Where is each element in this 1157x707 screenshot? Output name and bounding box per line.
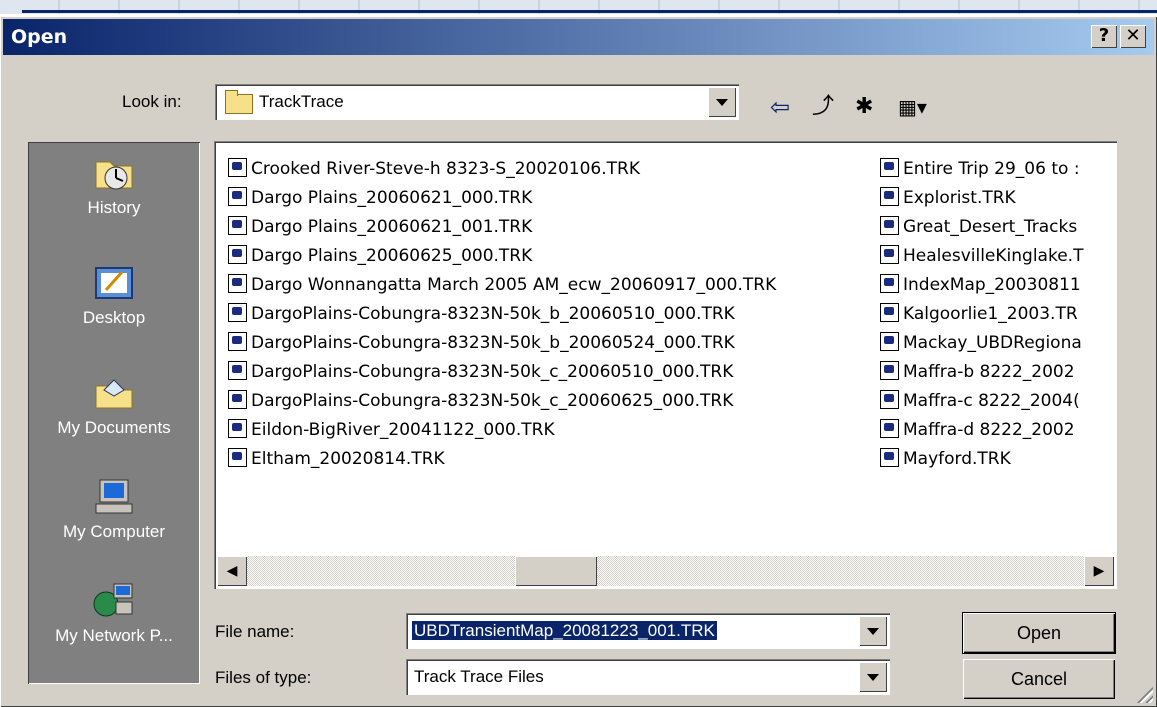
track-file-icon [228, 303, 247, 322]
place-label: History [87, 198, 141, 217]
list-item[interactable]: Kalgoorlie1_2003.TR [880, 300, 1114, 329]
open-dialog: Open ? ✕ Look in: TrackTrace ⇦ ⤴ ✱ ▦▾ Hi… [0, 16, 1157, 707]
list-item[interactable]: DargoPlains-Cobungra-8323N-50k_c_2006051… [228, 358, 873, 387]
track-file-icon [880, 245, 899, 264]
list-item[interactable]: Great_Desert_Tracks [880, 213, 1114, 242]
file-type-dropdown-button[interactable] [859, 662, 887, 692]
track-file-icon [880, 419, 899, 438]
list-item[interactable]: HealesvilleKinglake.T [880, 242, 1114, 271]
help-button[interactable]: ? [1091, 25, 1117, 48]
my-network-places-icon [93, 583, 133, 617]
place-label: Desktop [82, 308, 146, 327]
list-item[interactable]: Maffra-b 8222_2002 [880, 358, 1114, 387]
list-item[interactable]: Dargo Plains_20060625_000.TRK [228, 242, 873, 271]
place-desktop[interactable]: Desktop [28, 264, 200, 328]
desktop-icon [95, 267, 133, 299]
track-file-icon [880, 448, 899, 467]
scroll-left-button[interactable]: ◀ [217, 556, 247, 586]
list-item[interactable]: Explorist.TRK [880, 184, 1114, 213]
title-bar: Open ? ✕ [3, 19, 1154, 55]
track-file-icon [880, 187, 899, 206]
track-file-icon [880, 158, 899, 177]
my-computer-icon [95, 479, 133, 514]
cancel-button[interactable]: Cancel [963, 659, 1115, 699]
track-file-icon [228, 245, 247, 264]
track-file-icon [880, 361, 899, 380]
file-name-combo[interactable]: UBDTransientMap_20081223_001.TRK [406, 613, 890, 649]
list-item[interactable]: Eildon-BigRiver_20041122_000.TRK [228, 416, 873, 445]
place-my-documents[interactable]: My Documents [28, 374, 200, 438]
file-column-1: Crooked River-Steve-h 8323-S_20020106.TR… [228, 155, 873, 474]
list-item[interactable]: DargoPlains-Cobungra-8323N-50k_b_2006051… [228, 300, 873, 329]
list-item[interactable]: Eltham_20020814.TRK [228, 445, 873, 474]
list-item[interactable]: DargoPlains-Cobungra-8323N-50k_b_2006052… [228, 329, 873, 358]
track-file-icon [880, 303, 899, 322]
track-file-icon [880, 332, 899, 351]
track-file-icon [228, 158, 247, 177]
view-menu-icon[interactable]: ▦▾ [898, 94, 927, 120]
file-name-dropdown-button[interactable] [859, 616, 887, 646]
place-label: My Computer [62, 522, 166, 541]
new-folder-icon[interactable]: ✱ [855, 94, 873, 120]
scroll-right-button[interactable]: ▶ [1084, 556, 1114, 586]
list-item[interactable]: Mayford.TRK [880, 445, 1114, 474]
track-file-icon [228, 216, 247, 235]
horizontal-scrollbar[interactable]: ◀ ▶ [217, 556, 1114, 586]
list-item[interactable]: Dargo Plains_20060621_001.TRK [228, 213, 873, 242]
track-file-icon [228, 390, 247, 409]
back-arrow-icon[interactable]: ⇦ [770, 94, 790, 120]
file-type-combo[interactable]: Track Trace Files [406, 659, 890, 695]
place-label: My Documents [57, 418, 171, 437]
list-item[interactable]: Entire Trip 29_06 to : [880, 155, 1114, 184]
look-in-dropdown-button[interactable] [708, 87, 736, 117]
track-file-icon [228, 361, 247, 380]
track-file-icon [228, 332, 247, 351]
list-item[interactable]: DargoPlains-Cobungra-8323N-50k_c_2006062… [228, 387, 873, 416]
track-file-icon [880, 216, 899, 235]
history-icon [95, 161, 133, 190]
file-column-2: Entire Trip 29_06 to : Explorist.TRK Gre… [880, 155, 1114, 474]
place-history[interactable]: History [28, 154, 200, 218]
list-item[interactable]: IndexMap_20030811 [880, 271, 1114, 300]
file-name-label: File name: [215, 622, 295, 641]
background-window-border [22, 10, 1157, 13]
file-name-input[interactable]: UBDTransientMap_20081223_001.TRK [412, 621, 717, 641]
list-item[interactable]: Crooked River-Steve-h 8323-S_20020106.TR… [228, 155, 873, 184]
track-file-icon [228, 419, 247, 438]
look-in-label: Look in: [122, 92, 182, 111]
track-file-icon [228, 274, 247, 293]
my-documents-icon [95, 379, 133, 409]
resize-grip-icon[interactable] [1135, 685, 1153, 703]
track-file-icon [880, 274, 899, 293]
file-type-value: Track Trace Files [414, 667, 544, 686]
list-item[interactable]: Maffra-c 8222_2004( [880, 387, 1114, 416]
track-file-icon [228, 187, 247, 206]
track-file-icon [880, 390, 899, 409]
list-item[interactable]: Maffra-d 8222_2002 [880, 416, 1114, 445]
list-item[interactable]: Dargo Plains_20060621_000.TRK [228, 184, 873, 213]
up-folder-icon[interactable]: ⤴ [812, 94, 834, 120]
scroll-thumb[interactable] [515, 556, 597, 586]
close-button[interactable]: ✕ [1120, 25, 1146, 48]
place-my-computer[interactable]: My Computer [28, 478, 200, 542]
list-item[interactable]: Dargo Wonnangatta March 2005 AM_ecw_2006… [228, 271, 873, 300]
file-type-label: Files of type: [215, 668, 312, 687]
file-list[interactable]: Crooked River-Steve-h 8323-S_20020106.TR… [214, 141, 1117, 589]
dialog-title: Open [11, 26, 68, 48]
list-item[interactable]: Mackay_UBDRegiona [880, 329, 1114, 358]
open-button[interactable]: Open [963, 613, 1115, 653]
look-in-value: TrackTrace [259, 92, 344, 111]
place-my-network[interactable]: My Network P... [28, 582, 200, 646]
place-label: My Network P... [55, 626, 173, 645]
places-bar: History Desktop My Documents My Computer… [28, 142, 200, 684]
look-in-combo[interactable]: TrackTrace [215, 84, 739, 120]
track-file-icon [228, 448, 247, 467]
folder-icon [225, 90, 253, 114]
